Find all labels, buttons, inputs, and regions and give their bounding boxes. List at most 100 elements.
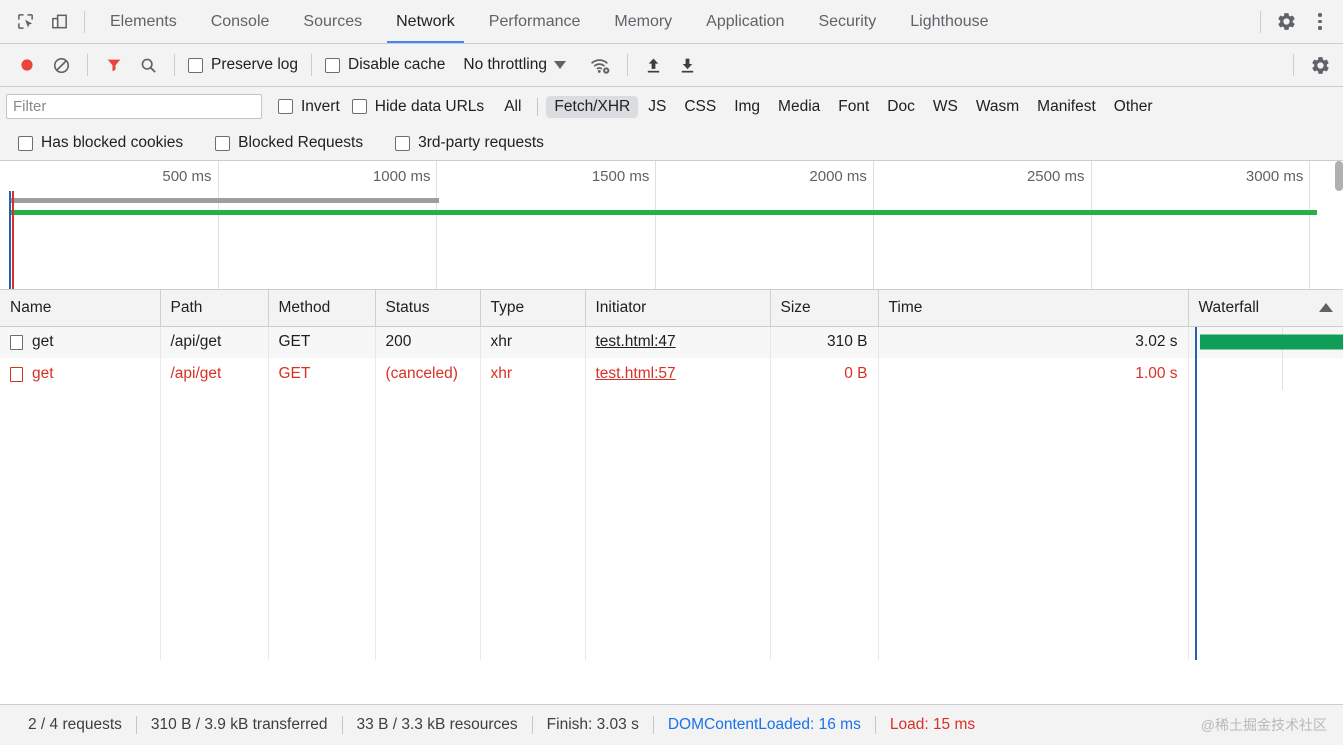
type-filter-ws[interactable]: WS [925,96,966,118]
waterfall-request-bar [1200,335,1343,350]
type-filter-other[interactable]: Other [1106,96,1161,118]
tab-lighthouse[interactable]: Lighthouse [893,0,1005,43]
column-header-status[interactable]: Status [375,290,480,326]
tab-console[interactable]: Console [194,0,287,43]
clear-no-entry-icon[interactable] [44,49,78,81]
tab-application-label: Application [706,13,784,31]
column-header-path[interactable]: Path [160,290,268,326]
network-overview-timeline[interactable]: 500 ms 1000 ms 1500 ms 2000 ms 2500 ms 3… [0,161,1343,290]
tab-network[interactable]: Network [379,0,472,43]
initiator-link[interactable]: test.html:47 [596,333,676,350]
third-party-requests-label: 3rd-party requests [418,134,544,152]
tab-application[interactable]: Application [689,0,801,43]
initiator-link[interactable]: test.html:57 [596,365,676,382]
filler-cell [160,390,268,660]
toolbar-divider-5 [1293,54,1294,76]
tab-console-label: Console [211,13,270,31]
type-filter-wasm[interactable]: Wasm [968,96,1027,118]
inspect-cursor-icon-svg [16,12,35,31]
table-empty-filler-row [0,390,1343,660]
type-filter-img[interactable]: Img [726,96,768,118]
filter-input[interactable] [6,94,262,119]
gear-icon[interactable] [1269,6,1303,38]
has-blocked-cookies-box [18,136,33,151]
column-header-waterfall[interactable]: Waterfall [1188,290,1343,326]
filler-cell [0,390,160,660]
disable-cache-checkbox[interactable]: Disable cache [321,56,449,74]
download-arrow-icon[interactable] [671,49,705,81]
status-requests: 2 / 4 requests [14,716,136,734]
invert-box [278,99,293,114]
waterfall-track [1189,327,1343,359]
cell-time: 1.00 s [878,358,1188,390]
upload-arrow-icon[interactable] [637,49,671,81]
type-filter-fetch-xhr[interactable]: Fetch/XHR [546,96,638,118]
column-header-type[interactable]: Type [480,290,585,326]
network-status-bar: 2 / 4 requests 310 B / 3.9 kB transferre… [0,704,1343,745]
wifi-settings-icon[interactable] [584,49,618,81]
network-settings-gear-icon-svg [1310,55,1331,76]
status-finish: Finish: 3.03 s [533,716,653,734]
search-icon[interactable] [131,49,165,81]
filter-funnel-icon[interactable] [97,49,131,81]
overview-tick-label: 2000 ms [809,168,873,185]
cell-path: /api/get [160,358,268,390]
type-filter-all[interactable]: All [496,96,529,118]
column-header-method[interactable]: Method [268,290,375,326]
cell-name: get [0,358,160,390]
invert-checkbox[interactable]: Invert [274,98,344,116]
preserve-log-checkbox[interactable]: Preserve log [184,56,302,74]
overview-gridline [436,161,437,290]
chevron-down-icon [554,61,566,69]
table-row[interactable]: get /api/get GET (canceled) xhr test.htm… [0,358,1343,390]
column-header-initiator[interactable]: Initiator [585,290,770,326]
cell-name: get [0,326,160,358]
record-circle-icon-svg [18,56,36,74]
tab-performance[interactable]: Performance [472,0,598,43]
type-filter-css[interactable]: CSS [676,96,724,118]
third-party-requests-box [395,136,410,151]
filler-cell [770,390,878,660]
type-filter-doc[interactable]: Doc [879,96,923,118]
table-row[interactable]: get /api/get GET 200 xhr test.html:47 31… [0,326,1343,358]
column-header-size[interactable]: Size [770,290,878,326]
filler-cell [480,390,585,660]
record-circle-icon[interactable] [10,49,44,81]
request-name: get [32,333,54,351]
filler-cell [375,390,480,660]
type-filter-fetch-xhr-label: Fetch/XHR [554,98,630,115]
hide-data-urls-label: Hide data URLs [375,98,484,116]
type-filter-media[interactable]: Media [770,96,828,118]
status-resources: 33 B / 3.3 kB resources [343,716,532,734]
tab-sources[interactable]: Sources [286,0,379,43]
type-filter-manifest[interactable]: Manifest [1029,96,1104,118]
overview-gridline [655,161,656,290]
filler-cell [878,390,1188,660]
waterfall-gridline [1282,358,1283,390]
requests-table-container: Name Path Method Status Type Initiator S… [0,290,1343,704]
load-event-marker [12,191,14,289]
request-name: get [32,365,54,383]
tab-elements-label: Elements [110,13,177,31]
third-party-requests-checkbox[interactable]: 3rd-party requests [391,134,548,152]
column-header-time[interactable]: Time [878,290,1188,326]
type-filter-js[interactable]: JS [640,96,674,118]
network-settings-gear-icon[interactable] [1303,49,1337,81]
type-filter-media-label: Media [778,98,820,115]
inspect-cursor-icon[interactable] [8,6,42,38]
tab-security[interactable]: Security [801,0,893,43]
has-blocked-cookies-checkbox[interactable]: Has blocked cookies [14,134,187,152]
throttling-dropdown[interactable]: No throttling [459,54,570,76]
table-header-row: Name Path Method Status Type Initiator S… [0,290,1343,326]
column-header-name[interactable]: Name [0,290,160,326]
blocked-requests-checkbox[interactable]: Blocked Requests [211,134,367,152]
tab-elements[interactable]: Elements [93,0,194,43]
blocked-requests-label: Blocked Requests [238,134,363,152]
type-filter-font[interactable]: Font [830,96,877,118]
overview-gray-request-bar [9,198,439,203]
more-vertical-icon[interactable] [1303,6,1337,38]
overview-scrollbar[interactable] [1335,161,1343,191]
hide-data-urls-checkbox[interactable]: Hide data URLs [348,98,488,116]
tab-memory[interactable]: Memory [597,0,689,43]
device-toolbar-icon[interactable] [42,6,76,38]
